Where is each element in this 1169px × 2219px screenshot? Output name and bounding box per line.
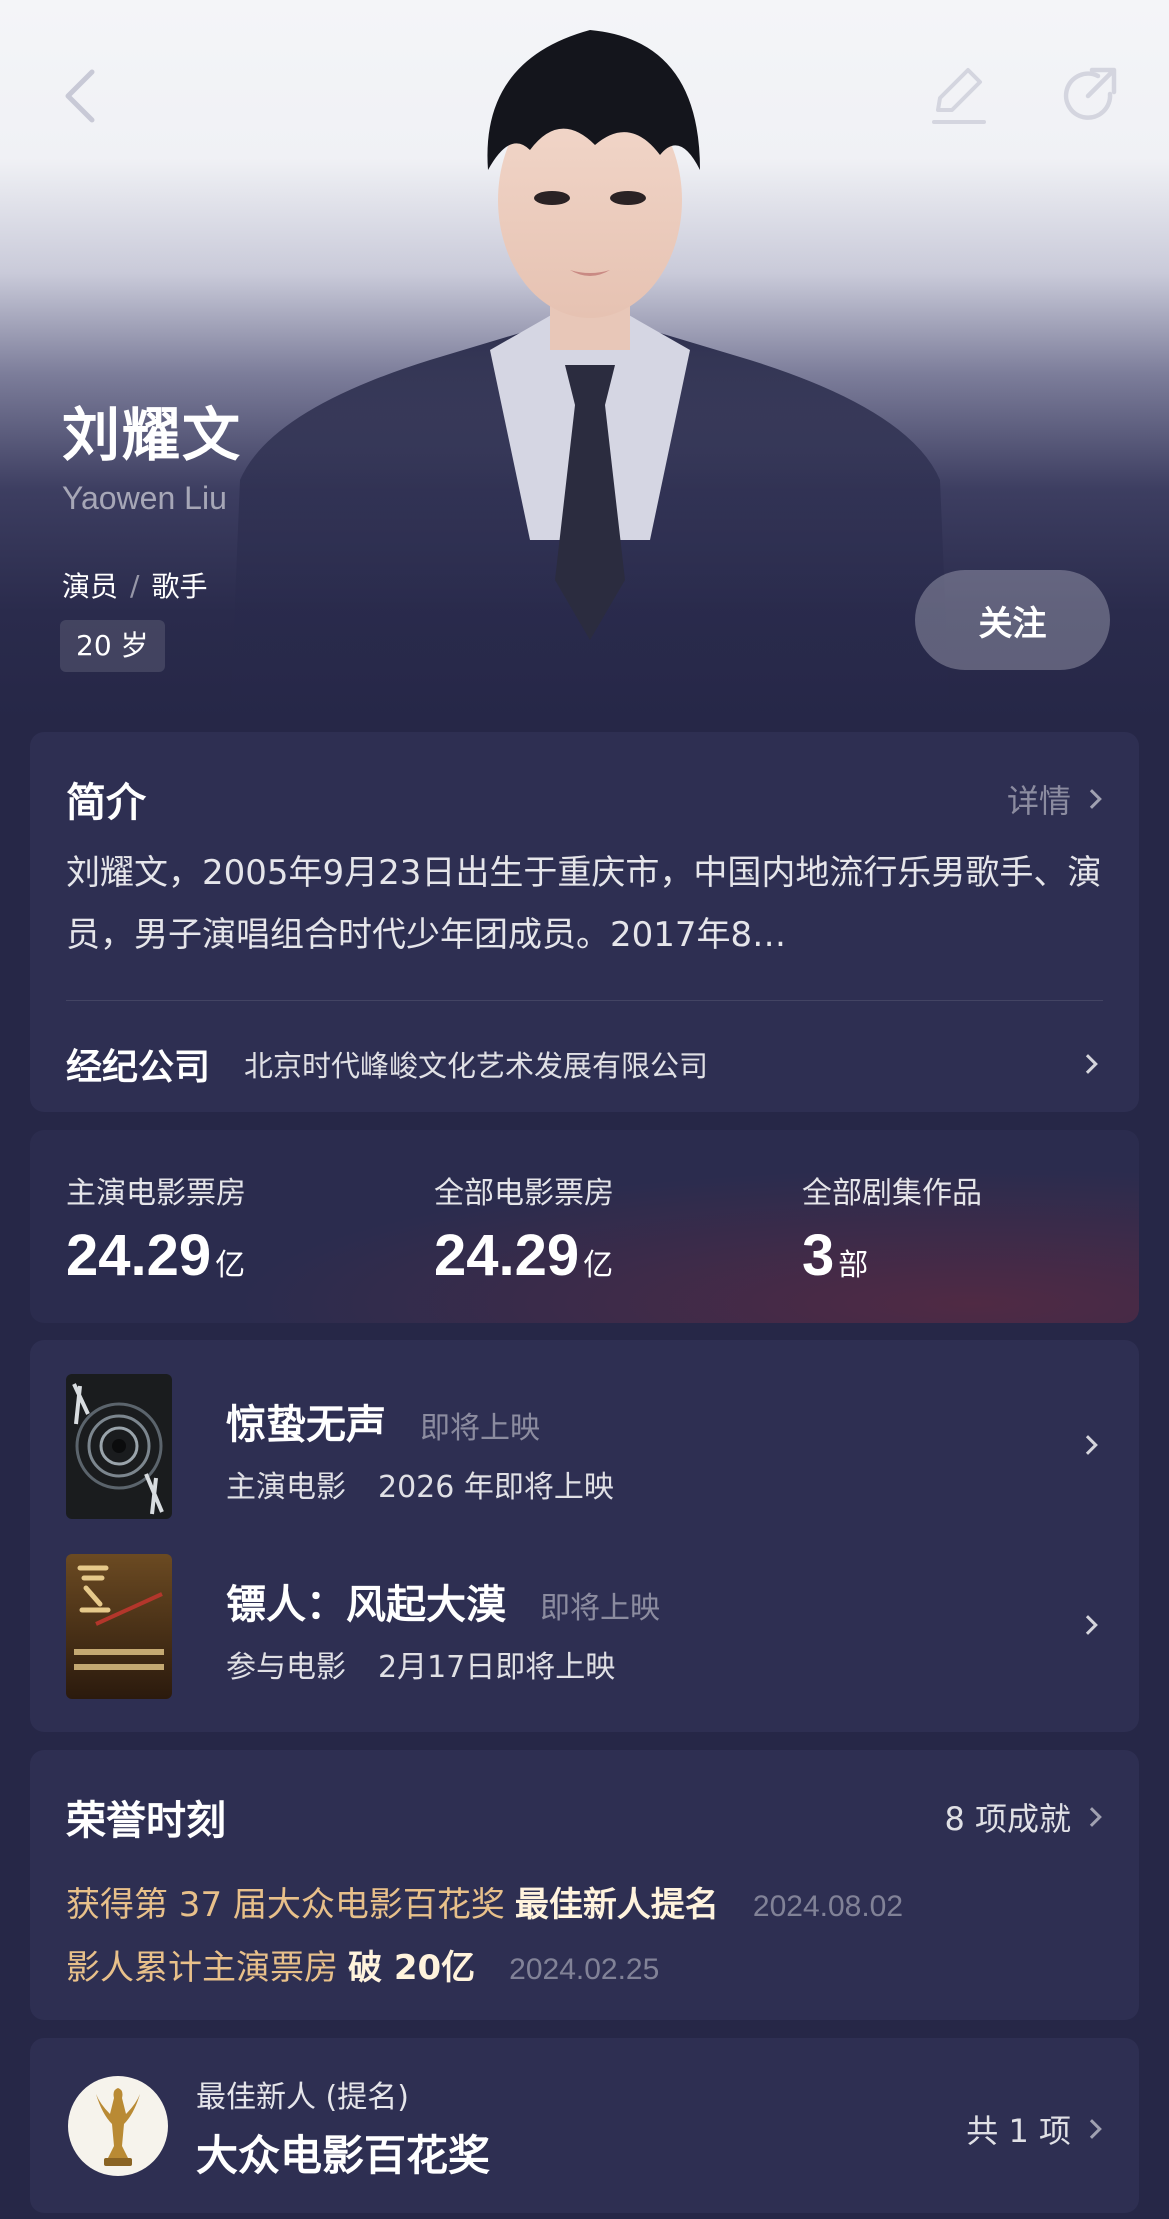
chevron-right-icon	[1082, 2119, 1102, 2139]
actor-portrait	[230, 30, 950, 720]
edit-button[interactable]	[918, 56, 998, 136]
intro-card: 简介 详情 刘耀文，2005年9月23日出生于重庆市，中国内地流行乐男歌手、演员…	[30, 732, 1139, 1112]
honor-highlight: 破 20亿	[348, 1948, 476, 1988]
stat-value: 24.29 亿	[66, 1222, 245, 1289]
intro-bio: 刘耀文，2005年9月23日出生于重庆市，中国内地流行乐男歌手、演员，男子演唱组…	[66, 853, 1102, 955]
honors-title: 荣誉时刻	[66, 1798, 226, 1844]
profile-hero: 刘耀文 Yaowen Liu 演员 / 歌手 20 岁 关注	[0, 0, 1169, 720]
stat-label: 主演电影票房	[66, 1176, 246, 1211]
stat-number: 3	[802, 1223, 835, 1288]
stat-number: 24.29	[66, 1223, 212, 1288]
honor-item: 影人累计主演票房 破 20亿 2024.02.25	[66, 1940, 659, 1989]
share-icon	[1063, 67, 1117, 120]
agency-row[interactable]: 经纪公司 北京时代峰峻文化艺术发展有限公司	[66, 1014, 1109, 1114]
agency-name: 北京时代峰峻文化艺术发展有限公司	[244, 1049, 709, 1083]
back-button[interactable]	[40, 56, 120, 136]
work-name: 镖人：风起大漠	[226, 1582, 506, 1628]
trophy-icon	[68, 2076, 168, 2176]
intro-title: 简介	[66, 780, 146, 826]
back-arrow-icon	[65, 69, 95, 123]
work-subtitle: 参与电影 2月17日即将上映	[226, 1642, 615, 1686]
actor-roles: 演员 / 歌手	[62, 565, 207, 605]
chevron-right-icon	[1082, 789, 1102, 809]
age-badge: 20 岁	[60, 620, 165, 672]
role-singer: 歌手	[151, 570, 208, 603]
honor-item: 获得第 37 届大众电影百花奖 最佳新人提名 2024.08.02	[66, 1877, 903, 1926]
honor-date: 2024.08.02	[752, 1890, 904, 1923]
work-title: 镖人：风起大漠 即将上映	[226, 1572, 660, 1630]
work-name: 惊蛰无声	[226, 1402, 386, 1448]
stat-unit: 亿	[583, 1248, 614, 1283]
honors-count: 8 项成就	[944, 1800, 1071, 1838]
work-title: 惊蛰无声 即将上映	[226, 1392, 540, 1450]
honor-highlight: 最佳新人提名	[514, 1885, 719, 1925]
award-total: 共 1 项	[966, 2112, 1071, 2150]
movie-poster-1	[66, 1374, 172, 1519]
award-card[interactable]: 最佳新人 (提名) 大众电影百花奖 共 1 项	[30, 2038, 1139, 2213]
honor-text: 影人累计主演票房	[66, 1948, 338, 1988]
follow-button[interactable]: 关注	[915, 570, 1110, 670]
honor-date: 2024.02.25	[509, 1953, 660, 1986]
work-role: 主演电影	[226, 1470, 346, 1505]
stat-value: 3部	[802, 1222, 868, 1289]
work-status: 即将上映	[420, 1411, 540, 1446]
work-release: 2026 年即将上映	[378, 1470, 614, 1505]
intro-detail-link[interactable]: 详情	[1006, 776, 1102, 822]
work-item[interactable]: 惊蛰无声 即将上映 主演电影 2026 年即将上映	[66, 1374, 1109, 1519]
actor-name-en: Yaowen Liu	[62, 480, 227, 516]
stat-label: 全部剧集作品	[802, 1176, 982, 1211]
award-name: 大众电影百花奖	[196, 2131, 491, 2180]
work-item[interactable]: 镖人：风起大漠 即将上映 参与电影 2月17日即将上映	[66, 1554, 1109, 1699]
award-total-link[interactable]: 共 1 项	[966, 2106, 1102, 2152]
intro-divider	[66, 1000, 1103, 1001]
stat-unit: 亿	[215, 1248, 246, 1283]
chevron-right-icon	[1078, 1054, 1098, 1074]
stat-number: 24.29	[434, 1223, 580, 1288]
agency-label: 经纪公司	[66, 1047, 211, 1088]
work-subtitle: 主演电影 2026 年即将上映	[226, 1462, 614, 1506]
chevron-right-icon	[1082, 1807, 1102, 1827]
chevron-right-icon	[1078, 1435, 1098, 1455]
honors-count-link[interactable]: 8 项成就	[944, 1794, 1102, 1840]
stat-label: 全部电影票房	[434, 1176, 614, 1211]
work-status: 即将上映	[540, 1591, 660, 1626]
role-separator: /	[130, 568, 140, 602]
honor-text: 获得第 37 届大众电影百花奖	[66, 1885, 505, 1925]
stats-card: 主演电影票房 24.29 亿 全部电影票房 24.29 亿 全部剧集作品 3部	[30, 1130, 1139, 1323]
chevron-right-icon	[1078, 1615, 1098, 1635]
work-release: 2月17日即将上映	[378, 1650, 616, 1685]
stat-value: 24.29 亿	[434, 1222, 613, 1289]
honors-card: 荣誉时刻 8 项成就 获得第 37 届大众电影百花奖 最佳新人提名 2024.0…	[30, 1750, 1139, 2020]
works-card: 惊蛰无声 即将上映 主演电影 2026 年即将上映 镖人：风起大漠 即将上映 参与…	[30, 1340, 1139, 1732]
actor-name-zh: 刘耀文	[62, 401, 243, 469]
pencil-icon	[932, 68, 986, 124]
detail-label: 详情	[1006, 782, 1071, 820]
stat-unit: 部	[838, 1248, 869, 1283]
work-role: 参与电影	[226, 1650, 346, 1685]
award-category: 最佳新人 (提名)	[196, 2080, 409, 2115]
share-button[interactable]	[1050, 56, 1130, 136]
movie-poster-2	[66, 1554, 172, 1699]
role-actor: 演员	[62, 570, 119, 603]
